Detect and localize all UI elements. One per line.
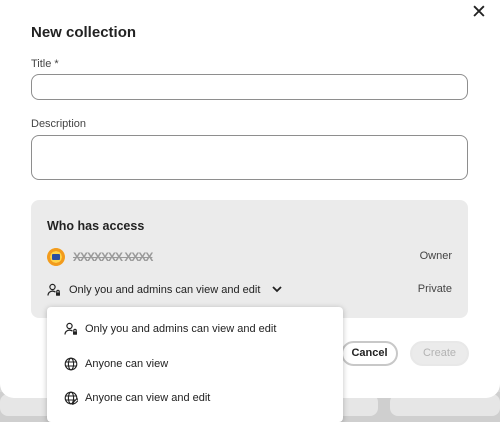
dropdown-option-label: Anyone can view and edit [85, 392, 211, 404]
owner-role: Owner [419, 250, 452, 262]
permission-selector[interactable]: Only you and admins can view and edit [47, 280, 283, 300]
permission-status: Private [417, 283, 452, 295]
description-label: Description [31, 118, 87, 130]
close-icon[interactable]: ✕ [470, 3, 488, 22]
dropdown-option-label: Anyone can view [85, 358, 169, 370]
person-lock-icon [47, 283, 61, 297]
dropdown-option-anyone-edit[interactable]: Anyone can view and edit [47, 383, 343, 413]
chevron-down-icon[interactable] [272, 285, 283, 296]
cancel-button[interactable]: Cancel [341, 341, 398, 366]
title-label: Title * [31, 58, 59, 70]
access-heading: Who has access [47, 219, 145, 233]
permission-row: Only you and admins can view and edit Pr… [47, 280, 452, 300]
avatar [47, 248, 65, 266]
access-panel: Who has access XXXXXXX XXXX Owner Only y… [31, 200, 468, 318]
title-input[interactable] [31, 74, 468, 100]
create-button[interactable]: Create [410, 341, 469, 366]
permission-dropdown-menu: Only you and admins can view and edit An… [47, 307, 343, 422]
person-lock-icon [64, 322, 78, 336]
owner-row: XXXXXXX XXXX Owner [47, 247, 452, 267]
dropdown-option-anyone-view[interactable]: Anyone can view [47, 349, 343, 379]
owner-name: XXXXXXX XXXX [73, 250, 153, 264]
description-input[interactable] [31, 135, 468, 180]
dropdown-option-label: Only you and admins can view and edit [85, 323, 277, 335]
page: ✕ New collection Title * Description Who… [0, 0, 500, 422]
dialog-title: New collection [31, 24, 137, 41]
dropdown-option-private[interactable]: Only you and admins can view and edit [47, 314, 343, 344]
globe-edit-icon [64, 391, 78, 405]
globe-icon [64, 357, 78, 371]
permission-label: Only you and admins can view and edit [69, 284, 261, 296]
